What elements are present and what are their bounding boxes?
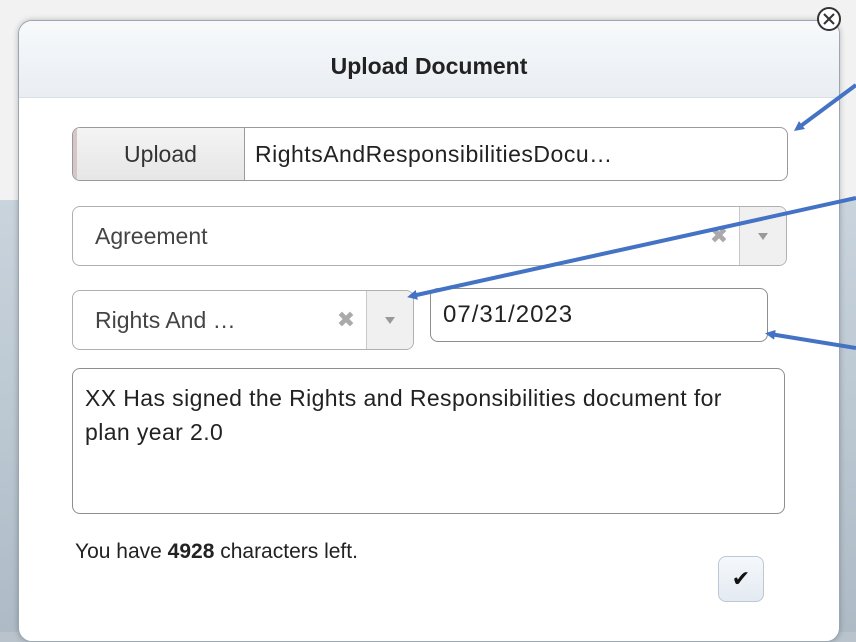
counter-prefix: You have [75, 540, 168, 563]
document-date-input[interactable]: 07/31/2023 [430, 288, 768, 342]
submit-button[interactable]: ✔ [718, 556, 764, 602]
notes-textarea[interactable]: XX Has signed the Rights and Responsibil… [72, 368, 785, 514]
document-type-select[interactable]: Agreement ✖ [72, 206, 787, 266]
document-subtype-value: Rights And … [95, 306, 236, 333]
file-upload-field[interactable]: Upload RightsAndResponsibilitiesDocu… [72, 127, 788, 181]
characters-left-counter: You have 4928 characters left. [75, 540, 358, 564]
checkmark-icon: ✔ [731, 566, 751, 591]
dialog-title: Upload Document [19, 21, 839, 98]
upload-button[interactable]: Upload [73, 128, 245, 180]
document-subtype-select[interactable]: Rights And … ✖ [72, 290, 414, 350]
selected-file-name: RightsAndResponsibilitiesDocu… [255, 140, 613, 167]
counter-count: 4928 [167, 540, 215, 563]
clear-icon[interactable]: ✖ [326, 307, 366, 333]
chevron-down-icon[interactable] [366, 291, 413, 349]
close-icon[interactable] [814, 4, 844, 34]
counter-suffix: characters left. [214, 540, 358, 563]
document-type-value: Agreement [95, 222, 208, 249]
chevron-down-icon[interactable] [739, 207, 786, 265]
clear-icon[interactable]: ✖ [699, 223, 739, 249]
